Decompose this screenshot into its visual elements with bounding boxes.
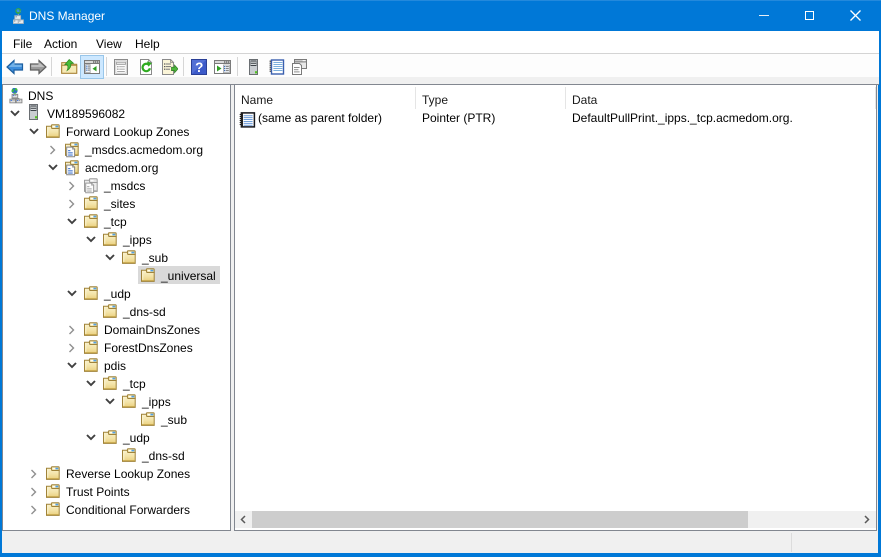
svg-text:?: ?	[195, 60, 203, 75]
